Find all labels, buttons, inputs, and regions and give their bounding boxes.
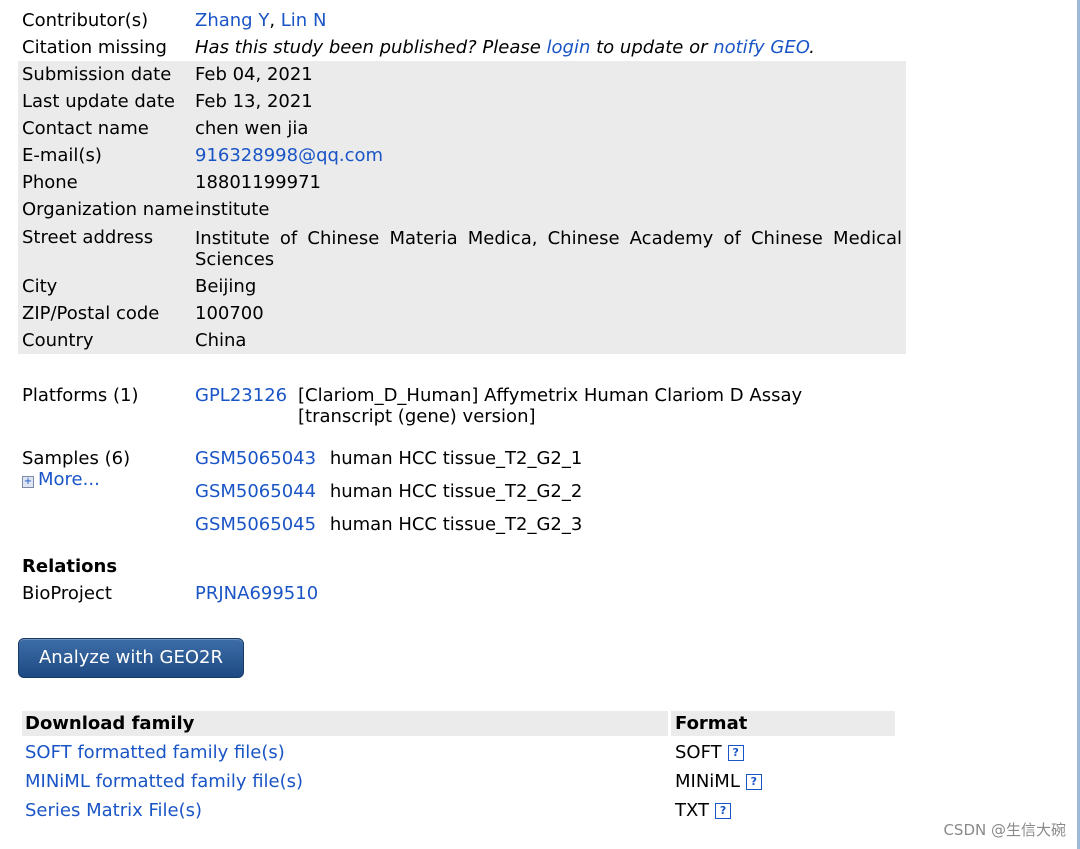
contributors-label: Contributor(s) bbox=[22, 10, 149, 31]
bioproject-label: BioProject bbox=[22, 583, 112, 604]
login-link[interactable]: login bbox=[547, 37, 591, 58]
relations-heading: Relations bbox=[22, 556, 118, 577]
format-cell: SOFT? bbox=[675, 739, 744, 766]
download-file-link[interactable]: Series Matrix File(s) bbox=[25, 800, 202, 821]
sample-row: GSM5065044 human HCC tissue_T2_G2_2 bbox=[195, 478, 582, 505]
organization-value: institute bbox=[195, 199, 270, 220]
notify-geo-link[interactable]: notify GEO bbox=[713, 37, 809, 58]
contributor-separator: , bbox=[269, 10, 281, 31]
submission-date-label: Submission date bbox=[22, 64, 172, 85]
country-value: China bbox=[195, 330, 247, 351]
city-label: City bbox=[22, 276, 58, 297]
help-icon[interactable]: ? bbox=[715, 803, 732, 819]
download-miniml-link[interactable]: MINiML formatted family file(s) bbox=[25, 768, 303, 795]
download-matrix-link[interactable]: Series Matrix File(s) bbox=[25, 797, 202, 824]
platforms-label: Platforms (1) bbox=[22, 385, 139, 406]
format-cell: TXT? bbox=[675, 797, 732, 824]
email-label: E-mail(s) bbox=[22, 145, 102, 166]
sample-row: GSM5065043 human HCC tissue_T2_G2_1 bbox=[195, 445, 582, 472]
submission-date-value: Feb 04, 2021 bbox=[195, 64, 313, 85]
format-cell: MINiML? bbox=[675, 768, 762, 795]
help-icon[interactable]: ? bbox=[745, 774, 762, 790]
phone-value: 18801199971 bbox=[195, 172, 321, 193]
download-soft-link[interactable]: SOFT formatted family file(s) bbox=[25, 739, 285, 766]
sample-accession-link[interactable]: GSM5065045 bbox=[195, 514, 316, 535]
samples-more-toggle[interactable]: + More... bbox=[22, 466, 100, 493]
format-value: MINiML bbox=[675, 771, 740, 792]
bioproject-link[interactable]: PRJNA699510 bbox=[195, 580, 318, 607]
street-label: Street address bbox=[22, 227, 154, 248]
citation-text-middle: to update or bbox=[590, 37, 714, 58]
country-label: Country bbox=[22, 330, 94, 351]
sample-title: human HCC tissue_T2_G2_3 bbox=[329, 514, 583, 535]
phone-label: Phone bbox=[22, 172, 78, 193]
citation-value: Has this study been published? Please lo… bbox=[195, 34, 815, 61]
sample-title: human HCC tissue_T2_G2_1 bbox=[329, 448, 583, 469]
format-value: SOFT bbox=[675, 742, 722, 763]
sample-accession-link[interactable]: GSM5065043 bbox=[195, 448, 316, 469]
street-value: Institute of Chinese Materia Medica, Chi… bbox=[195, 228, 902, 270]
analyze-geo2r-button[interactable]: Analyze with GEO2R bbox=[18, 638, 244, 678]
city-value: Beijing bbox=[195, 276, 257, 297]
contact-name-value: chen wen jia bbox=[195, 118, 309, 139]
download-family-header: Download family bbox=[25, 713, 195, 734]
download-file-link[interactable]: SOFT formatted family file(s) bbox=[25, 742, 285, 763]
citation-text-before: Has this study been published? Please bbox=[195, 37, 547, 58]
csdn-watermark: CSDN @生信大碗 bbox=[943, 821, 1066, 839]
sample-row: GSM5065045 human HCC tissue_T2_G2_3 bbox=[195, 511, 582, 538]
last-update-value: Feb 13, 2021 bbox=[195, 91, 313, 112]
citation-text-after: . bbox=[809, 37, 815, 58]
contributor-link-zhang[interactable]: Zhang Y bbox=[195, 10, 269, 31]
zip-label: ZIP/Postal code bbox=[22, 303, 160, 324]
platform-accession-link[interactable]: GPL23126 bbox=[195, 382, 287, 409]
platform-title-line2: [transcript (gene) version] bbox=[298, 406, 536, 427]
organization-label: Organization name bbox=[22, 199, 194, 220]
samples-more-link[interactable]: More... bbox=[38, 469, 100, 490]
contributors-value: Zhang Y, Lin N bbox=[195, 7, 326, 34]
format-value: TXT bbox=[675, 800, 710, 821]
contributor-link-lin[interactable]: Lin N bbox=[281, 10, 327, 31]
citation-label: Citation missing bbox=[22, 37, 167, 58]
expand-plus-icon: + bbox=[22, 476, 34, 488]
help-icon[interactable]: ? bbox=[727, 745, 744, 761]
sample-accession-link[interactable]: GSM5065044 bbox=[195, 481, 316, 502]
download-file-link[interactable]: MINiML formatted family file(s) bbox=[25, 771, 303, 792]
sample-title: human HCC tissue_T2_G2_2 bbox=[329, 481, 583, 502]
last-update-label: Last update date bbox=[22, 91, 175, 112]
format-header: Format bbox=[675, 713, 748, 734]
zip-value: 100700 bbox=[195, 303, 264, 324]
contact-name-label: Contact name bbox=[22, 118, 149, 139]
email-link[interactable]: 916328998@qq.com bbox=[195, 142, 383, 169]
